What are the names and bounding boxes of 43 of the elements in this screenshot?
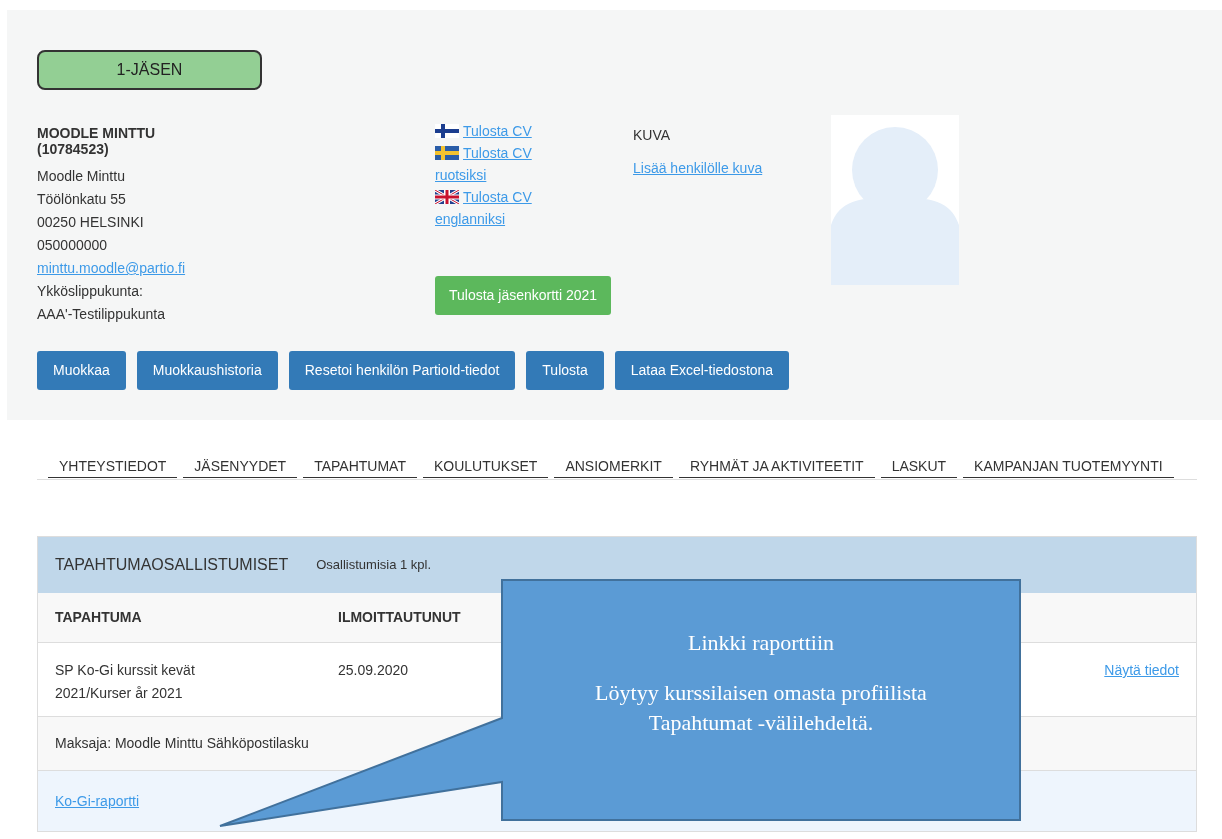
person-name: MOODLE MINTTU (37, 125, 157, 141)
print-cv-link[interactable]: Tulosta CV ruotsiksi (435, 142, 555, 186)
finland-flag-icon (435, 124, 459, 138)
tab[interactable]: KAMPANJAN TUOTEMYYNTI (963, 455, 1174, 478)
contact-line: Moodle Minttu (37, 167, 126, 186)
action-button[interactable]: Muokkaa (37, 351, 126, 390)
unit-label: Ykköslippukunta: (37, 282, 144, 301)
email-link[interactable]: minttu.moodle@partio.fi (37, 257, 186, 280)
action-button[interactable]: Tulosta (526, 351, 604, 390)
action-button[interactable]: Resetoi henkilön PartioId-tiedot (288, 351, 516, 390)
show-details-link[interactable]: Näytä tiedot (1104, 659, 1179, 682)
membership-badge: 1-JÄSEN (37, 50, 262, 90)
panel-title: TAPAHTUMAOSALLISTUMISET (55, 555, 289, 575)
action-button[interactable]: Lataa Excel-tiedostona (614, 351, 790, 390)
add-photo-link[interactable]: Lisää henkilölle kuva (633, 158, 763, 179)
column-header: ILMOITTAUTUNUT (338, 608, 462, 627)
unit-name: AAA'-Testilippukunta (37, 305, 166, 324)
column-header: TAPAHTUMA (55, 608, 143, 627)
callout-text: Löytyy kurssilaisen omasta profiilista Tapahtumat -välilehdeltä. (594, 679, 928, 737)
contact-line: 050000000 (37, 236, 109, 255)
table-cell-text: 25.09.2020 (338, 661, 410, 680)
payer-text: Maksaja: Moodle Minttu Sähköpostilasku (55, 734, 309, 753)
sweden-flag-icon (435, 146, 459, 160)
callout-title: Linkki raporttiin (687, 629, 835, 657)
action-button[interactable]: Muokkaushistoria (136, 351, 278, 390)
tab[interactable]: KOULUTUKSET (422, 455, 549, 478)
table-cell-text: SP Ko-Gi kurssit kevät 2021/Kurser år 2021 (55, 661, 196, 703)
person-id: (10784523) (37, 141, 110, 157)
contact-line: Töölönkatu 55 (37, 190, 127, 209)
tab[interactable]: RYHMÄT JA AKTIVITEETIT (678, 455, 875, 478)
report-link[interactable]: Ko-Gi-raportti (55, 790, 140, 812)
tab[interactable]: YHTEYSTIEDOT (48, 455, 178, 478)
print-member-card-button[interactable]: Tulosta jäsenkortti 2021 (435, 276, 612, 315)
tab[interactable]: JÄSENYYDET (183, 455, 298, 478)
participation-count: Osallistumisia 1 kpl. (316, 556, 432, 575)
print-cv-link[interactable]: Tulosta CV (435, 120, 532, 142)
uk-flag-icon (435, 190, 459, 204)
tab[interactable]: TAPAHTUMAT (303, 455, 417, 478)
photo-heading: KUVA (633, 126, 672, 145)
contact-line: 00250 HELSINKI (37, 213, 145, 232)
tab[interactable]: LASKUT (880, 455, 958, 478)
tab[interactable]: ANSIOMERKIT (554, 455, 673, 478)
print-cv-link[interactable]: Tulosta CV englanniksi (435, 186, 555, 230)
